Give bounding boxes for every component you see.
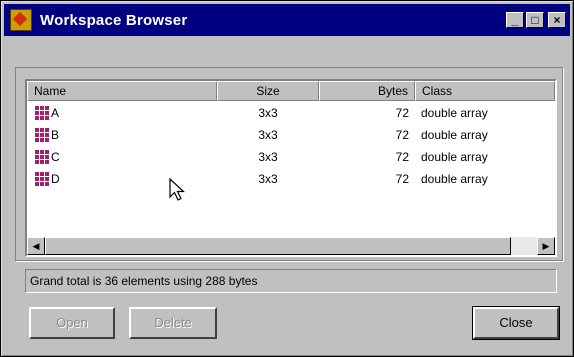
scrollbar-track[interactable] <box>45 237 537 255</box>
matrix-variable-icon <box>35 106 49 120</box>
variable-bytes: 72 <box>395 150 409 164</box>
variable-class: double array <box>421 128 488 142</box>
title-bar-buttons: _ □ × <box>506 12 566 28</box>
window-title: Workspace Browser <box>40 11 188 29</box>
matrix-variable-icon <box>35 172 49 186</box>
close-button[interactable]: Close <box>472 306 560 340</box>
workspace-browser-window: Workspace Browser _ □ × Name Size Bytes … <box>0 0 574 357</box>
table-row[interactable]: A 3x3 72 double array <box>27 102 555 124</box>
open-button[interactable]: Open <box>29 307 115 339</box>
column-header-name[interactable]: Name <box>27 81 217 101</box>
table-row[interactable]: D 3x3 72 double array <box>27 168 555 190</box>
table-row[interactable]: B 3x3 72 double array <box>27 124 555 146</box>
variable-size: 3x3 <box>258 128 278 142</box>
variable-size: 3x3 <box>258 150 278 164</box>
list-rows: A 3x3 72 double array B 3x3 72 double ar… <box>27 101 555 190</box>
variable-name: A <box>51 106 60 120</box>
list-header: Name Size Bytes Class <box>27 81 555 101</box>
close-window-button[interactable]: × <box>548 12 566 28</box>
scroll-left-icon[interactable]: ◀ <box>27 237 45 255</box>
workspace-variable-list[interactable]: Name Size Bytes Class A 3x3 72 double ar… <box>25 79 557 257</box>
variable-name-cell: B <box>27 124 217 146</box>
matrix-variable-icon <box>35 128 49 142</box>
column-header-bytes[interactable]: Bytes <box>319 81 415 101</box>
table-row[interactable]: C 3x3 72 double array <box>27 146 555 168</box>
scrollbar-thumb[interactable] <box>45 237 511 255</box>
variable-name: C <box>51 150 60 164</box>
variable-size: 3x3 <box>258 106 278 120</box>
minimize-button[interactable]: _ <box>506 12 524 28</box>
status-text: Grand total is 36 elements using 288 byt… <box>25 269 557 293</box>
variable-name-cell: D <box>27 168 217 190</box>
title-bar[interactable]: Workspace Browser _ □ × <box>4 4 570 36</box>
mouse-pointer-icon <box>169 178 186 201</box>
variable-bytes: 72 <box>395 172 409 186</box>
variable-name-cell: A <box>27 102 217 124</box>
maximize-button[interactable]: □ <box>526 12 544 28</box>
variable-name: D <box>51 172 60 186</box>
variable-class: double array <box>421 150 488 164</box>
variable-bytes: 72 <box>395 128 409 142</box>
variable-bytes: 72 <box>395 106 409 120</box>
variable-name-cell: C <box>27 146 217 168</box>
delete-button[interactable]: Delete <box>129 307 217 339</box>
variable-class: double array <box>421 172 488 186</box>
column-header-size[interactable]: Size <box>217 81 319 101</box>
variable-size: 3x3 <box>258 172 278 186</box>
app-icon[interactable] <box>10 9 32 31</box>
column-header-class[interactable]: Class <box>415 81 555 101</box>
variable-name: B <box>51 128 60 142</box>
scroll-right-icon[interactable]: ▶ <box>537 237 555 255</box>
horizontal-scrollbar[interactable]: ◀ ▶ <box>27 237 555 255</box>
variable-class: double array <box>421 106 488 120</box>
matrix-variable-icon <box>35 150 49 164</box>
